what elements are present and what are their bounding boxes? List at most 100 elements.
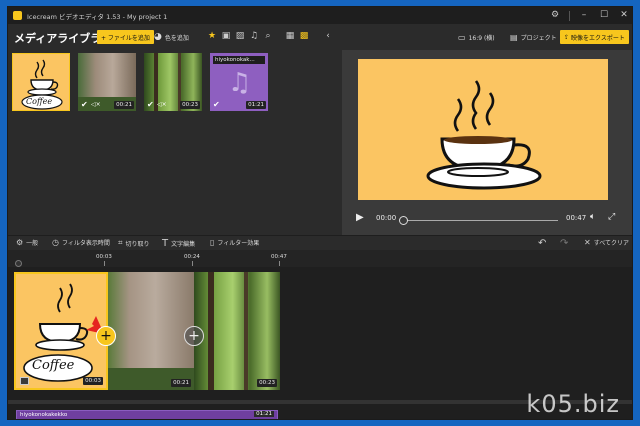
music-note-icon: ♫ <box>228 68 252 98</box>
preview-frame <box>358 59 608 200</box>
library-item-video-2[interactable]: ✔ ◁× 00:23 <box>144 53 202 111</box>
seek-bar[interactable] <box>402 220 558 221</box>
filter-icon: ▯ <box>210 238 215 247</box>
clip-duration: 00:21 <box>171 379 191 387</box>
app-window: Icecream ビデオエディタ 1.53 - My project 1 ⚙ –… <box>7 6 633 420</box>
favorites-star-icon[interactable]: ★ <box>206 30 218 42</box>
aspect-ratio-icon: ▭ <box>458 32 466 42</box>
timeline-clip-video-2[interactable]: 00:23 <box>194 272 280 390</box>
playback-controls: ▶ 00:00 00:47 🔈︎ ⤢ <box>342 210 632 230</box>
clip-duration: 00:23 <box>257 379 277 387</box>
clip-duration: 00:03 <box>83 377 103 385</box>
app-icon <box>13 11 22 20</box>
library-item-video-1[interactable]: ✔ ◁× 00:21 <box>78 53 136 111</box>
coffee-lettering: Coffee <box>26 97 53 106</box>
add-transition-button-active[interactable]: + <box>96 326 116 346</box>
crop-icon: ⌗ <box>118 238 123 247</box>
video-filter-icon[interactable]: ▣ <box>220 30 232 42</box>
seek-handle[interactable] <box>399 216 408 225</box>
aspect-ratio-button[interactable]: ▭ 16:9 (横) <box>458 30 495 44</box>
audio-duration: 01:21 <box>246 101 266 109</box>
add-color-button[interactable]: ◕ 色を追加 <box>154 30 189 44</box>
time-ruler: 00:03 00:24 00:47 <box>8 250 632 267</box>
collapse-chevron-icon[interactable]: ‹ <box>322 30 334 42</box>
audio-filter-icon[interactable]: ♫ <box>248 30 260 42</box>
settings-gear-icon[interactable]: ⚙ <box>545 7 565 24</box>
tick-label: 00:24 <box>184 254 200 260</box>
export-button[interactable]: ⇪ 映像をエクスポート <box>560 30 629 44</box>
audio-filename: hiyokonokak... <box>213 56 265 64</box>
coffee-cup-illustration <box>426 80 542 190</box>
media-library: Coffee ✔ ◁× 00:21 ✔ ◁× 00:23 hiyokonokak… <box>8 50 342 235</box>
text-icon: T <box>162 238 169 249</box>
title-bar: Icecream ビデオエディタ 1.53 - My project 1 ⚙ –… <box>8 7 632 24</box>
clear-all-label: すべてクリア <box>593 240 630 247</box>
fullscreen-icon[interactable]: ⤢ <box>608 212 615 222</box>
image-type-icon <box>20 377 29 385</box>
playhead-handle[interactable] <box>15 260 22 267</box>
undo-button[interactable]: ↶ <box>538 238 549 249</box>
text-edit-button[interactable]: T 文字編集 <box>162 238 195 249</box>
add-transition-button[interactable]: + <box>184 326 204 346</box>
undo-icon: ↶ <box>538 238 547 249</box>
minimize-button[interactable]: – <box>574 7 594 24</box>
tick-mark <box>192 261 193 266</box>
gear-icon: ⚙ <box>16 238 24 247</box>
filter-duration-label: フィルタ表示時間 <box>61 240 110 247</box>
tree-trunk <box>244 272 248 390</box>
edit-toolbar: ⚙ 一般 ◷ フィルタ表示時間 ⌗ 切り取り T 文字編集 ▯ フィルター効果 … <box>8 235 632 249</box>
general-button[interactable]: ⚙ 一般 <box>16 238 38 247</box>
list-view-icon[interactable]: ▩ <box>298 30 310 42</box>
crop-button[interactable]: ⌗ 切り取り <box>118 238 150 248</box>
timeline-audio-track[interactable]: hiyokonokakekko 01:21 <box>16 410 278 419</box>
current-time: 00:00 <box>376 214 397 222</box>
image-filter-icon[interactable]: ▨ <box>234 30 246 42</box>
clear-all-button[interactable]: ✕ すべてクリア <box>584 238 629 247</box>
filter-effect-button[interactable]: ▯ フィルター効果 <box>210 238 259 247</box>
maximize-button[interactable]: ☐ <box>594 7 614 24</box>
export-label: 映像をエクスポート <box>571 34 625 42</box>
aspect-ratio-label: 16:9 (横) <box>468 34 495 42</box>
close-icon: ✕ <box>584 238 591 247</box>
watermark: k05.biz <box>526 390 620 418</box>
crop-label: 切り取り <box>125 240 150 248</box>
library-item-coffee[interactable]: Coffee <box>12 53 70 111</box>
preview-panel: ▶ 00:00 00:47 🔈︎ ⤢ <box>342 50 632 235</box>
add-color-label: 色を追加 <box>164 34 189 42</box>
redo-button[interactable]: ↷ <box>560 238 571 249</box>
muted-icon: ◁× <box>91 101 101 108</box>
grid-view-icon[interactable]: ▦ <box>284 30 296 42</box>
search-icon[interactable]: ⌕ <box>262 30 274 42</box>
volume-icon[interactable]: 🔈︎ <box>590 212 595 222</box>
main-toolbar: メディアライブラリ + ファイルを追加 ◕ 色を追加 ★ ▣ ▨ ♫ ⌕ ▦ ▩… <box>8 24 632 50</box>
coffee-lettering: Coffee <box>32 358 75 373</box>
tick-mark <box>104 261 105 266</box>
library-item-audio[interactable]: hiyokonokak... ♫ ✔ 01:21 <box>210 53 268 111</box>
muted-icon: ◁× <box>157 101 167 108</box>
plus-icon: + <box>100 328 112 344</box>
audio-track-duration: 01:21 <box>254 411 274 417</box>
project-icon: ▤ <box>510 32 518 42</box>
title-separator <box>569 10 570 21</box>
added-check-icon: ✔ <box>147 100 154 109</box>
text-edit-label: 文字編集 <box>171 241 196 248</box>
play-icon[interactable]: ▶ <box>356 212 364 223</box>
video-duration: 00:21 <box>114 101 134 109</box>
add-file-button[interactable]: + ファイルを追加 <box>97 30 154 44</box>
timeline-clip-video-1[interactable]: 00:21 <box>108 272 194 390</box>
close-button[interactable]: ✕ <box>614 7 632 24</box>
tick-label: 00:03 <box>96 254 112 260</box>
video-duration: 00:23 <box>180 101 200 109</box>
added-check-icon: ✔ <box>81 100 88 109</box>
project-button[interactable]: ▤ プロジェクト <box>510 30 557 44</box>
palette-icon: ◕ <box>154 32 162 42</box>
total-time: 00:47 <box>566 214 587 222</box>
filter-effect-label: フィルター効果 <box>217 240 260 247</box>
window-title: Icecream ビデオエディタ 1.53 - My project 1 <box>27 12 168 21</box>
export-icon: ⇪ <box>564 33 570 41</box>
added-check-icon: ✔ <box>213 100 220 109</box>
tick-label: 00:47 <box>271 254 287 260</box>
redo-icon: ↷ <box>560 238 569 249</box>
filter-duration-button[interactable]: ◷ フィルタ表示時間 <box>52 238 110 247</box>
tree-trunk <box>208 272 214 390</box>
